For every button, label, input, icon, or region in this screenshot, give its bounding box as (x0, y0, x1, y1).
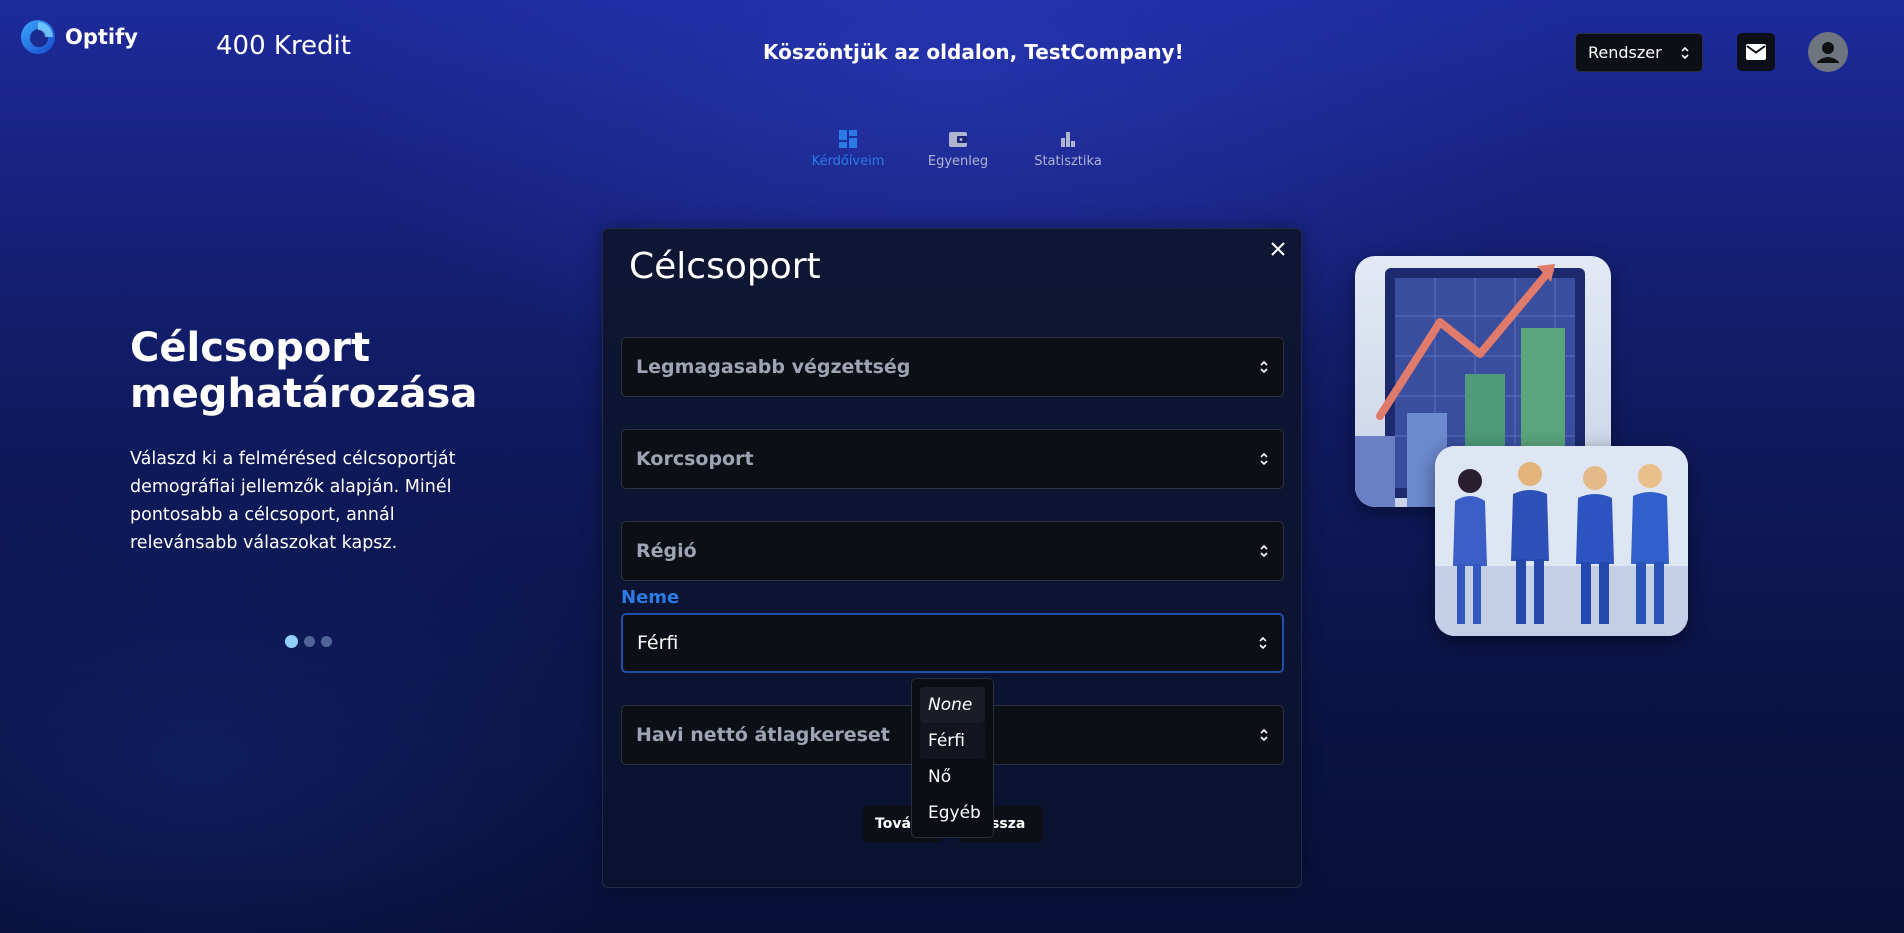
brand-logo[interactable]: Optify (19, 18, 138, 56)
main-tabs: Kérdőíveim Egyenleg Statisztika (793, 128, 1123, 169)
gender-label: Neme (621, 587, 680, 608)
chevron-updown-icon (1260, 728, 1268, 742)
gender-select[interactable]: Férfi (621, 613, 1284, 673)
messages-button[interactable] (1737, 33, 1775, 71)
gender-dropdown-menu: None Férfi Nő Egyéb (911, 678, 994, 838)
carousel-dots (285, 635, 332, 648)
wallet-icon (949, 132, 967, 147)
mail-icon (1746, 44, 1766, 60)
brand-name: Optify (65, 25, 138, 49)
chevron-updown-icon (1259, 636, 1267, 650)
credits-balance: 400 Kredit (216, 31, 351, 61)
age-group-select[interactable]: Korcsoport (621, 429, 1284, 489)
carousel-dot-3[interactable] (321, 636, 332, 647)
chevron-updown-icon (1680, 45, 1690, 61)
tab-egyenleg[interactable]: Egyenleg (903, 128, 1013, 169)
option-no[interactable]: Nő (920, 759, 985, 795)
income-placeholder: Havi nettó átlagkereset (636, 724, 890, 746)
welcome-message: Köszöntjük az oldalon, TestCompany! (763, 40, 1184, 64)
education-placeholder: Legmagasabb végzettség (636, 356, 911, 378)
carousel-dot-1[interactable] (285, 635, 298, 648)
carousel-dot-2[interactable] (304, 636, 315, 647)
tab-label: Statisztika (1034, 154, 1102, 169)
region-select[interactable]: Régió (621, 521, 1284, 581)
age-group-placeholder: Korcsoport (636, 448, 754, 470)
gender-value: Férfi (637, 632, 679, 654)
tab-kerdoiveim[interactable]: Kérdőíveim (793, 128, 903, 169)
option-ferfi[interactable]: Férfi (920, 723, 985, 759)
user-icon (1817, 42, 1839, 63)
education-select[interactable]: Legmagasabb végzettség (621, 337, 1284, 397)
hero-title: Célcsoport meghatározása (130, 325, 478, 417)
business-team-illustration (1435, 446, 1688, 636)
tab-label: Egyenleg (927, 154, 989, 169)
profile-avatar-button[interactable] (1808, 32, 1848, 72)
card-title: Célcsoport (629, 246, 821, 287)
region-placeholder: Régió (636, 540, 697, 562)
bar-chart-icon (1061, 132, 1075, 147)
tab-statisztika[interactable]: Statisztika (1013, 128, 1123, 169)
close-button[interactable] (1265, 236, 1291, 262)
dashboard-icon (839, 130, 857, 148)
close-icon (1271, 242, 1285, 256)
chevron-updown-icon (1260, 452, 1268, 466)
chevron-updown-icon (1260, 360, 1268, 374)
theme-select-value: Rendszer (1588, 43, 1662, 62)
optify-logo-icon (21, 20, 55, 54)
tab-label: Kérdőíveim (811, 154, 885, 169)
hero-description: Válaszd ki a felmérésed célcsoportját de… (130, 449, 456, 553)
option-none[interactable]: None (920, 687, 985, 723)
theme-select[interactable]: Rendszer (1575, 33, 1703, 72)
option-egyeb[interactable]: Egyéb (920, 795, 985, 831)
chevron-updown-icon (1260, 544, 1268, 558)
